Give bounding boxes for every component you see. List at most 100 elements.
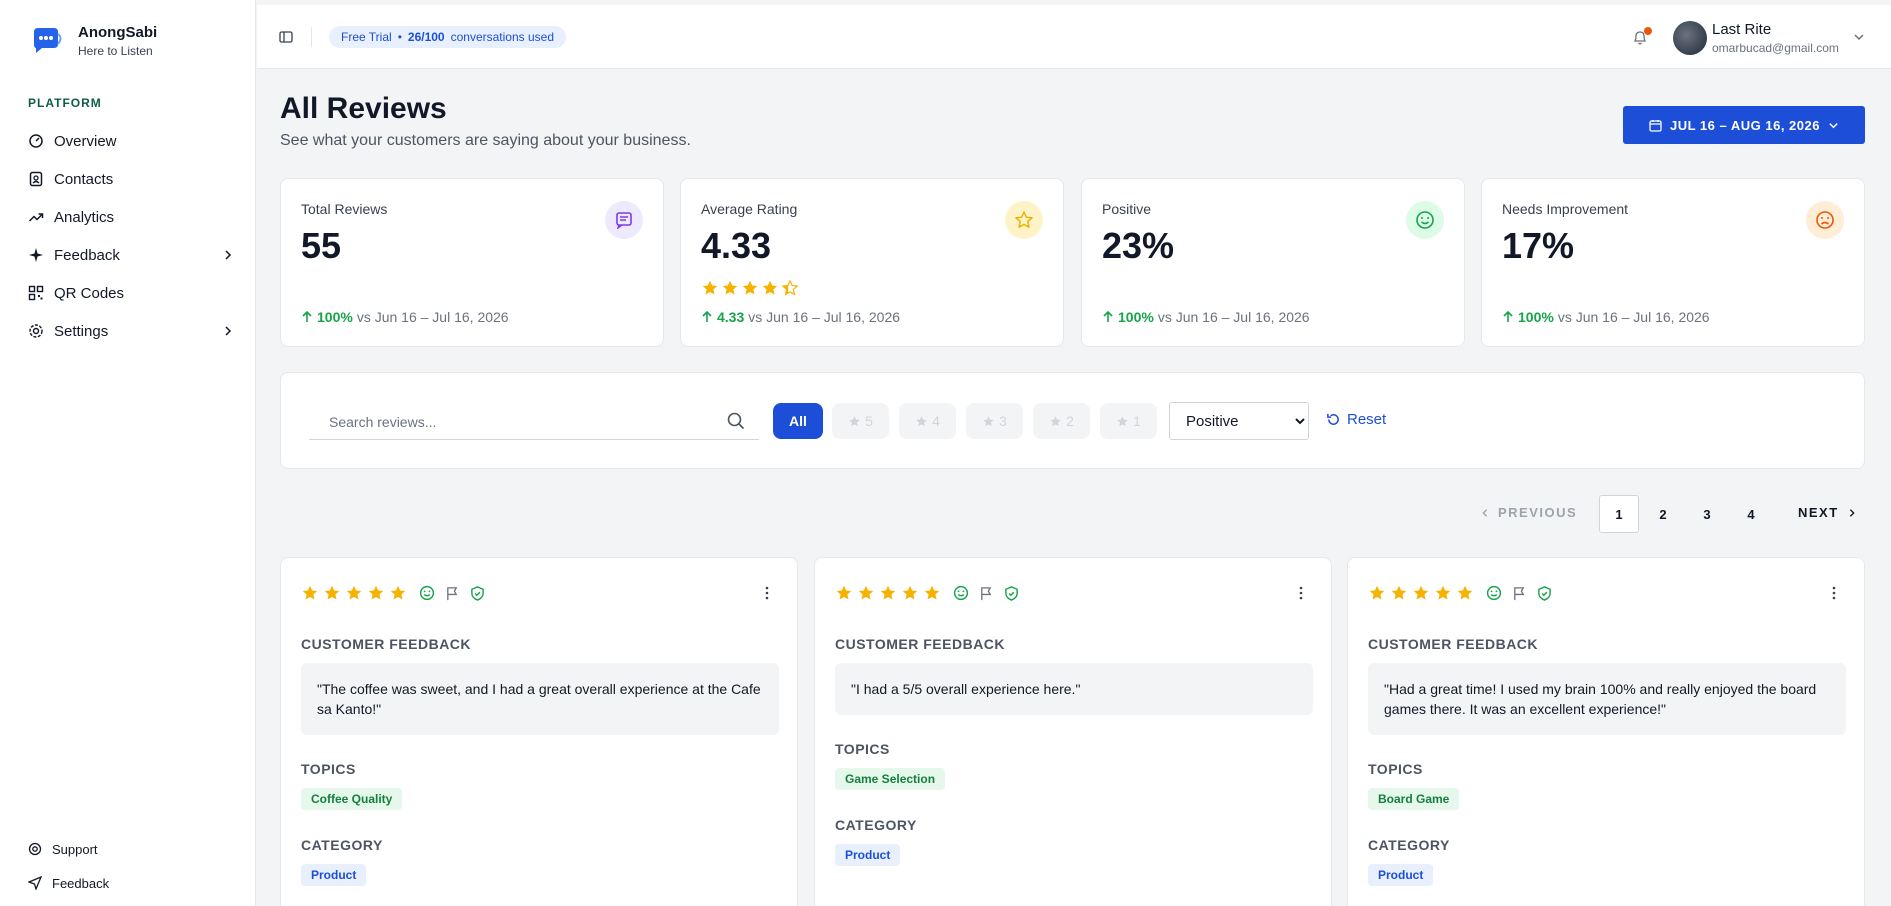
shield-check-icon [1005,585,1018,601]
category-tag[interactable]: Product [1368,864,1434,886]
page-button-4[interactable]: 4 [1731,495,1771,533]
stat-card-positive: Positive 23% 100% vs Jun 16 – Jul 16, 20… [1081,178,1465,347]
review-card: CUSTOMER FEEDBACK "I had a 5/5 overall e… [814,557,1332,906]
feedback-heading: CUSTOMER FEEDBACK [301,636,472,652]
reset-button[interactable]: Reset [1326,411,1386,428]
arrow-up-icon [702,311,712,322]
stat-delta-value: 100% [1118,309,1154,325]
search-input[interactable] [309,404,719,439]
more-options-icon[interactable] [1832,586,1836,600]
stat-value: 4.33 [701,225,772,266]
stat-compare: vs Jun 16 – Jul 16, 2026 [748,309,901,325]
trend-icon [28,213,44,222]
sidebar-item-label: Settings [54,322,109,340]
sidebar-item-analytics[interactable]: Analytics [28,198,234,236]
filter-5-star-button[interactable]: 5 [832,403,889,439]
filter-4-star-button[interactable]: 4 [899,403,956,439]
more-options-icon[interactable] [1299,586,1303,600]
filter-star-label: 1 [1133,413,1141,429]
sidebar-item-send-feedback[interactable]: Feedback [28,866,234,900]
review-quote: "I had a 5/5 overall experience here." [835,663,1313,715]
stat-label: Positive [1102,201,1152,217]
sidebar-item-label: Feedback [52,875,110,891]
nav-section-label: PLATFORM [28,96,102,110]
chevron-down-icon[interactable] [1853,31,1865,43]
trial-separator: • [397,30,402,44]
star-filled-icon [1391,585,1407,600]
shield-check-icon [471,585,484,601]
filter-star-label: 5 [865,413,873,429]
star-filled-icon [390,585,406,600]
topic-tag[interactable]: Board Game [1368,788,1460,810]
smile-icon [419,585,435,601]
star-filled-icon [368,585,384,600]
arrow-up-icon [1103,311,1113,322]
next-label: NEXT [1798,505,1839,520]
review-quote: "Had a great time! I used my brain 100% … [1368,663,1846,735]
topic-tag[interactable]: Coffee Quality [301,788,403,810]
more-options-icon[interactable] [765,586,769,600]
flag-icon[interactable] [979,586,994,601]
stat-delta-value: 4.33 [717,309,745,325]
flag-icon[interactable] [445,586,460,601]
sidebar-item-feedback[interactable]: Feedback [28,236,234,274]
sidebar-item-support[interactable]: Support [28,832,234,866]
sidebar-bottom-nav: Support Feedback [28,832,234,900]
trial-label: Free Trial [341,30,392,44]
next-page-button[interactable]: NEXT [1798,505,1857,520]
previous-page-button[interactable]: PREVIOUS [1480,505,1577,520]
chevron-right-icon [1849,508,1855,517]
stat-label: Average Rating [701,201,798,217]
stat-compare: vs Jun 16 – Jul 16, 2026 [1557,309,1710,325]
gear-icon [29,324,43,338]
chevron-right-icon [225,326,232,336]
date-range-button[interactable]: JUL 16 – AUG 16, 2026 [1623,106,1865,144]
sidebar-toggle-icon[interactable] [279,30,293,44]
stat-card-needs-improvement: Needs Improvement 17% 100% vs Jun 16 – J… [1481,178,1865,347]
stat-delta: 100% vs Jun 16 – Jul 16, 2026 [301,309,509,325]
star-icon [983,415,994,426]
topics-heading: TOPICS [1368,761,1423,777]
star-filled-icon [902,585,918,600]
sidebar-item-contacts[interactable]: Contacts [28,160,234,198]
star-filled-icon [722,280,738,295]
filter-3-star-button[interactable]: 3 [966,403,1023,439]
flag-icon[interactable] [1512,586,1527,601]
user-name[interactable]: Last Rite [1712,21,1771,38]
sidebar-item-overview[interactable]: Overview [28,122,234,160]
trial-usage-badge: Free Trial • 26/100 conversations used [329,26,566,48]
sentiment-select[interactable]: Positive [1169,402,1309,440]
star-partial-icon [781,279,799,296]
category-tag[interactable]: Product [835,844,901,866]
sidebar-item-qr-codes[interactable]: QR Codes [28,274,234,312]
calendar-icon [1649,119,1662,132]
page-title: All Reviews [280,92,447,125]
filter-2-star-button[interactable]: 2 [1033,403,1090,439]
shield-check-icon [1538,585,1551,601]
search-icon[interactable] [727,412,745,430]
review-card: CUSTOMER FEEDBACK "Had a great time! I u… [1347,557,1865,906]
page-button-1[interactable]: 1 [1599,495,1639,533]
brand[interactable]: AnongSabi Here to Listen [28,22,157,60]
user-email: omarbucad@gmail.com [1712,41,1839,55]
star-filled-icon [1457,585,1473,600]
sidebar-item-settings[interactable]: Settings [28,312,234,350]
topic-tag[interactable]: Game Selection [835,768,946,790]
qr-code-icon [28,285,44,301]
star-icon [849,415,860,426]
stat-compare: vs Jun 16 – Jul 16, 2026 [356,309,509,325]
page-button-2[interactable]: 2 [1643,495,1683,533]
filter-all-button[interactable]: All [773,403,823,439]
filter-bar: All 5 4 3 2 1 Positive Reset [280,372,1865,469]
review-rating [835,584,1019,602]
smile-icon [1486,585,1502,601]
notification-dot [1644,27,1652,35]
page-button-3[interactable]: 3 [1687,495,1727,533]
sidebar-item-label: Support [52,841,98,857]
topbar: Free Trial • 26/100 conversations used L… [257,5,1891,69]
avatar[interactable] [1673,21,1707,55]
search-field [309,404,759,440]
category-tag[interactable]: Product [301,864,367,886]
star-filled-icon [702,280,718,295]
filter-1-star-button[interactable]: 1 [1100,403,1157,439]
